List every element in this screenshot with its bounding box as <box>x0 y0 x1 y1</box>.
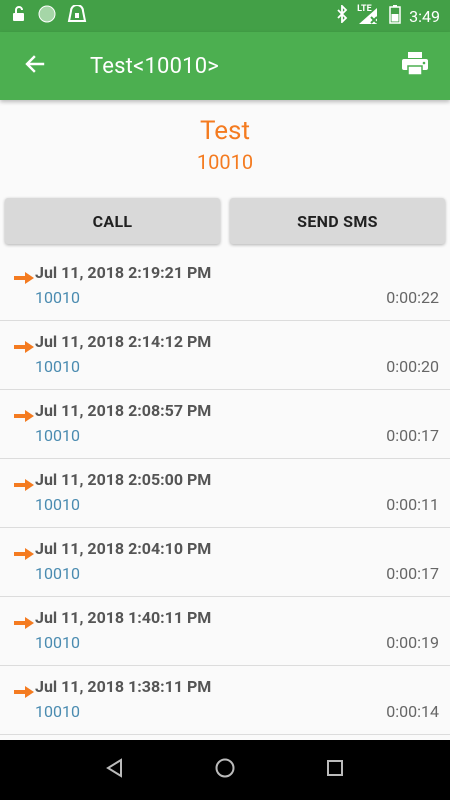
recents-square-icon <box>326 759 344 781</box>
action-buttons: CALL SEND SMS <box>0 198 450 246</box>
call-number: 10010 <box>35 564 80 583</box>
call-date: Jul 11, 2018 2:08:57 PM <box>35 401 212 420</box>
call-duration: 0:00:11 <box>386 495 439 514</box>
outgoing-arrow-icon <box>14 338 34 353</box>
call-log-item[interactable]: Jul 11, 2018 2:14:12 PM 10010 0:00:20 <box>0 321 450 390</box>
call-date: Jul 11, 2018 1:40:11 PM <box>35 608 212 627</box>
call-date: Jul 11, 2018 2:14:12 PM <box>35 332 212 351</box>
call-duration: 0:00:20 <box>386 357 439 376</box>
call-log-item[interactable]: Jul 11, 2018 1:40:11 PM 10010 0:00:19 <box>0 597 450 666</box>
outgoing-arrow-icon <box>14 614 34 629</box>
nav-home-button[interactable] <box>205 750 245 790</box>
call-date: Jul 11, 2018 1:38:11 PM <box>35 677 212 696</box>
call-log-item[interactable]: Jul 11, 2018 2:04:10 PM 10010 0:00:17 <box>0 528 450 597</box>
call-date: Jul 11, 2018 2:05:00 PM <box>35 470 212 489</box>
alert-icon <box>66 4 88 27</box>
status-time: 3:49 <box>409 6 440 26</box>
system-nav-bar <box>0 740 450 800</box>
outgoing-arrow-icon <box>14 269 34 284</box>
call-duration: 0:00:19 <box>386 633 439 652</box>
call-duration: 0:00:22 <box>386 288 439 307</box>
call-log-item[interactable]: Jul 11, 2018 2:05:00 PM 10010 0:00:11 <box>0 459 450 528</box>
call-number: 10010 <box>35 702 80 721</box>
nav-back-button[interactable] <box>95 750 135 790</box>
home-circle-icon <box>214 757 236 783</box>
outgoing-arrow-icon <box>14 407 34 422</box>
call-log-item[interactable]: Jul 11, 2018 1:38:11 PM 10010 0:00:14 <box>0 666 450 735</box>
outgoing-arrow-icon <box>14 545 34 560</box>
call-number: 10010 <box>35 357 80 376</box>
app-bar: Test<10010> <box>0 32 450 100</box>
call-duration: 0:00:14 <box>386 702 439 721</box>
call-number: 10010 <box>35 633 80 652</box>
call-duration: 0:00:17 <box>386 564 439 583</box>
back-button[interactable] <box>0 32 70 100</box>
call-log-item[interactable]: Jul 11, 2018 2:08:57 PM 10010 0:00:17 <box>0 390 450 459</box>
arrow-back-icon <box>23 52 47 80</box>
outgoing-arrow-icon <box>14 476 34 491</box>
call-button[interactable]: CALL <box>5 198 220 244</box>
call-duration: 0:00:17 <box>386 426 439 445</box>
call-number: 10010 <box>35 288 80 307</box>
contact-number: 10010 <box>196 150 254 174</box>
call-log-list: Jul 11, 2018 2:19:21 PM 10010 0:00:22 Ju… <box>0 252 450 735</box>
outgoing-arrow-icon <box>14 683 34 698</box>
send-sms-button[interactable]: SEND SMS <box>230 198 445 244</box>
circle-icon <box>38 5 56 27</box>
page-title: Test<10010> <box>90 53 219 79</box>
call-number: 10010 <box>35 495 80 514</box>
call-number: 10010 <box>35 426 80 445</box>
call-date: Jul 11, 2018 2:19:21 PM <box>35 263 212 282</box>
nav-recents-button[interactable] <box>315 750 355 790</box>
contact-header: Test 10010 <box>0 100 450 196</box>
print-button[interactable] <box>380 32 450 100</box>
call-log-item[interactable]: Jul 11, 2018 2:19:21 PM 10010 0:00:22 <box>0 252 450 321</box>
unlock-icon <box>10 5 28 27</box>
network-type-label: LTE <box>357 4 372 14</box>
battery-icon <box>389 4 401 28</box>
contact-name: Test <box>200 116 250 146</box>
status-bar: LTE 3:49 <box>0 0 450 32</box>
bluetooth-icon <box>335 3 349 27</box>
back-triangle-icon <box>105 758 125 782</box>
signal-icon: LTE <box>357 4 381 26</box>
print-icon <box>401 51 429 81</box>
call-date: Jul 11, 2018 2:04:10 PM <box>35 539 212 558</box>
